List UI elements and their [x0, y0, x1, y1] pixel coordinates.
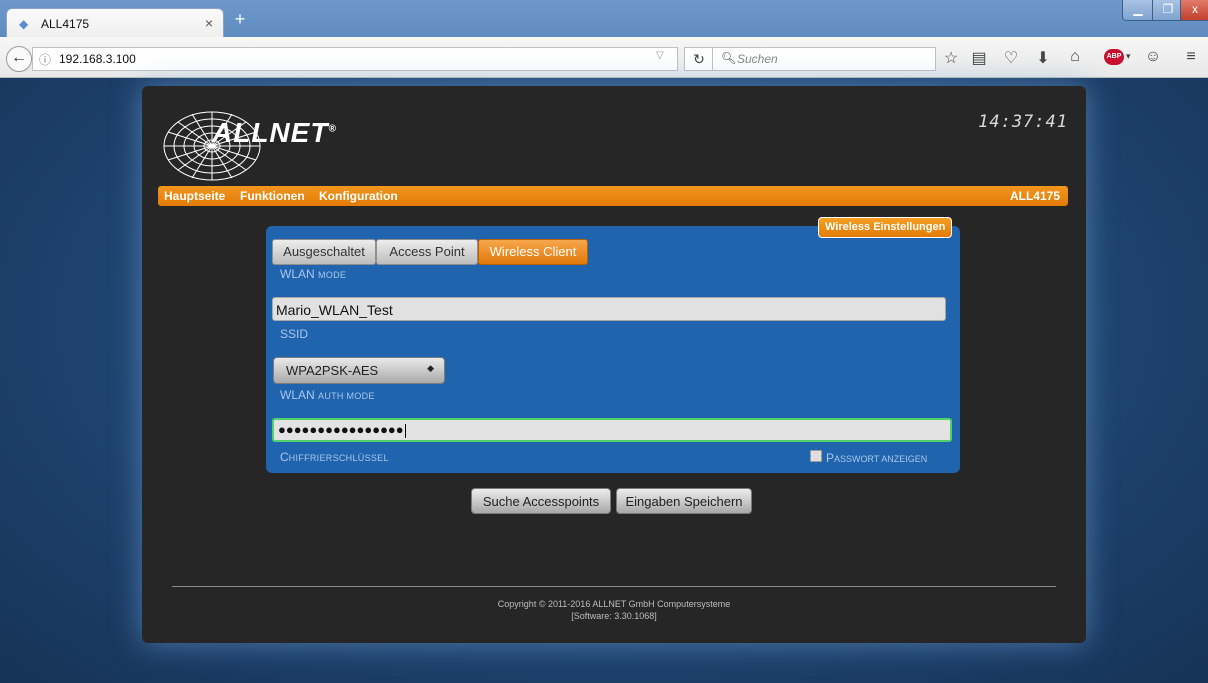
- show-password-label[interactable]: Passwort anzeigen: [826, 451, 927, 465]
- pocket-icon[interactable]: ♡: [1000, 48, 1022, 68]
- download-icon[interactable]: ⬇: [1032, 48, 1054, 68]
- auth-mode-label-small: auth mode: [318, 391, 375, 401]
- cipher-key-label-rest: hiffrierschlüssel: [288, 453, 389, 463]
- adblock-icon[interactable]: ABP: [1104, 49, 1124, 65]
- hamburger-menu-icon[interactable]: ≡: [1180, 48, 1202, 66]
- cipher-key-field[interactable]: ●●●●●●●●●●●●●●●●: [272, 418, 952, 442]
- ssid-label: SSID: [280, 327, 309, 341]
- mode-option-ausgeschaltet[interactable]: Ausgeschaltet: [272, 239, 376, 265]
- home-icon[interactable]: ⌂: [1064, 48, 1086, 66]
- url-bar[interactable]: ⓘ 192.168.3.100: [32, 47, 678, 71]
- scan-accesspoints-button[interactable]: Suche Accesspoints: [471, 488, 611, 514]
- browser-navbar: ← ⓘ 192.168.3.100 ▽ ↻ 🔍︎ Suchen ☆ ▤ ♡ ⬇ …: [0, 37, 1208, 78]
- main-menu: Hauptseite Funktionen Konfiguration ALL4…: [158, 186, 1068, 206]
- reload-button[interactable]: ↻: [684, 47, 714, 71]
- select-arrows-icon: ◆: [427, 363, 434, 373]
- url-text[interactable]: 192.168.3.100: [59, 52, 136, 66]
- clock: 14:37:41: [978, 112, 1068, 132]
- footer-divider: [172, 586, 1056, 587]
- adblock-dropdown-icon[interactable]: ▾: [1126, 51, 1131, 62]
- browser-titlebar: ◆ ALL4175 × + ▁ ❐ x: [0, 0, 1208, 39]
- auth-mode-select[interactable]: WPA2PSK-AES ◆: [273, 357, 445, 384]
- wlan-mode-label: WLAN mode: [280, 267, 346, 281]
- wlan-mode-label-small: mode: [318, 270, 347, 280]
- wireless-settings-panel: Ausgeschaltet Access Point Wireless Clie…: [266, 226, 960, 473]
- show-password-label-rest: asswort anzeigen: [834, 454, 928, 464]
- browser-tab[interactable]: ◆ ALL4175 ×: [6, 8, 224, 39]
- window-close-button[interactable]: x: [1180, 0, 1208, 21]
- bookmark-star-icon[interactable]: ☆: [940, 48, 962, 68]
- tab-favicon-icon: ◆: [19, 17, 29, 31]
- mode-option-wireless-client[interactable]: Wireless Client: [478, 239, 588, 265]
- software-version: [Software: 3.30.1068]: [571, 611, 657, 621]
- search-input[interactable]: 🔍︎ Suchen: [712, 47, 936, 71]
- show-password-label-first: P: [826, 451, 835, 465]
- menu-item-hauptseite[interactable]: Hauptseite: [164, 189, 225, 203]
- feedback-smiley-icon[interactable]: ☺: [1142, 48, 1164, 66]
- cipher-key-label-first: C: [280, 450, 289, 464]
- copyright-text: Copyright © 2011-2016 ALLNET GmbH Comput…: [497, 599, 731, 609]
- panel-title: Wireless Einstellungen: [818, 217, 953, 238]
- router-ui-frame: ALLNET® 14:37:41 Hauptseite Funktionen K…: [142, 86, 1086, 643]
- cipher-key-label: Chiffrierschlüssel: [280, 450, 389, 464]
- window-minimize-button[interactable]: ▁: [1122, 0, 1154, 21]
- ssid-field[interactable]: Mario_WLAN_Test: [272, 297, 946, 321]
- auth-mode-value: WPA2PSK-AES: [286, 363, 379, 378]
- tab-close-icon[interactable]: ×: [205, 15, 213, 31]
- search-icon: 🔍︎: [721, 51, 737, 65]
- logo-registered-mark: ®: [328, 123, 337, 135]
- new-tab-button[interactable]: +: [230, 8, 250, 30]
- tab-title: ALL4175: [41, 17, 90, 31]
- url-dropdown-icon[interactable]: ▽: [656, 50, 664, 61]
- bookmarks-library-icon[interactable]: ▤: [968, 48, 990, 68]
- auth-mode-label-main: WLAN: [280, 388, 315, 402]
- logo-text: ALLNET®: [212, 117, 337, 149]
- text-cursor: [404, 423, 406, 438]
- device-name: ALL4175: [1009, 189, 1060, 203]
- search-placeholder: Suchen: [737, 52, 778, 66]
- logo-wordmark: ALLNET: [212, 117, 329, 148]
- page-background: ALLNET® 14:37:41 Hauptseite Funktionen K…: [0, 78, 1208, 683]
- cipher-key-value: ●●●●●●●●●●●●●●●●: [278, 422, 404, 437]
- menu-item-funktionen[interactable]: Funktionen: [240, 189, 305, 203]
- info-icon[interactable]: ⓘ: [39, 51, 51, 68]
- reload-icon: ↻: [693, 51, 705, 67]
- auth-mode-label: WLAN auth mode: [280, 388, 375, 402]
- mode-option-access-point[interactable]: Access Point: [376, 239, 478, 265]
- save-settings-button[interactable]: Eingaben Speichern: [616, 488, 752, 514]
- show-password-checkbox[interactable]: [810, 450, 822, 462]
- wlan-mode-label-main: WLAN: [280, 267, 315, 281]
- menu-item-konfiguration[interactable]: Konfiguration: [319, 189, 398, 203]
- back-arrow-icon: ←: [11, 49, 27, 66]
- footer: Copyright © 2011-2016 ALLNET GmbH Comput…: [142, 598, 1086, 622]
- back-button[interactable]: ←: [6, 46, 32, 72]
